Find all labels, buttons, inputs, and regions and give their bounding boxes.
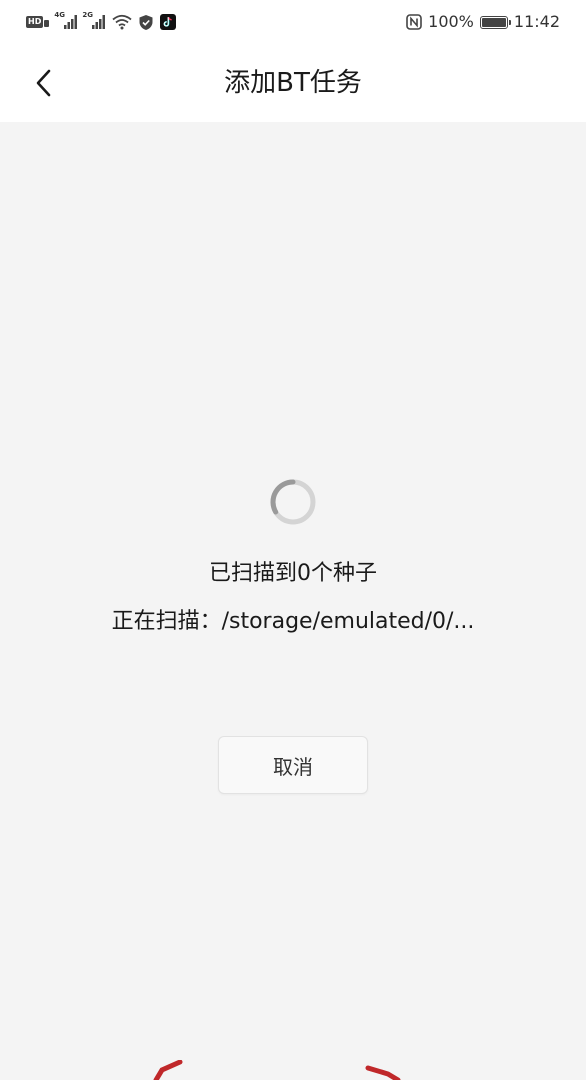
status-bar: HD 4G 2G 100% 11:42 [0, 0, 586, 44]
battery-fill [481, 17, 506, 27]
battery-percent: 100% [428, 12, 474, 31]
wifi-icon [112, 14, 132, 30]
hd-label: HD [26, 16, 44, 28]
tiktok-app-icon [160, 14, 177, 30]
hd-voice-icon: HD [26, 15, 50, 29]
page-title: 添加BT任务 [224, 68, 362, 98]
app-bar: 添加BT任务 [0, 44, 586, 122]
decorative-mark-left [153, 1060, 183, 1080]
net-2g-label: 2G [82, 11, 93, 19]
scan-count-text: 已扫描到0个种子 [209, 561, 377, 586]
signal-4g-icon: 4G [54, 11, 78, 30]
shield-check-icon [139, 14, 153, 30]
decorative-mark-right [365, 1065, 401, 1080]
nfc-icon [406, 14, 422, 30]
status-time: 11:42 [513, 12, 560, 31]
loading-spinner-icon [270, 479, 316, 525]
cancel-button[interactable]: 取消 [218, 736, 368, 794]
net-4g-label: 4G [54, 11, 65, 19]
battery-icon [479, 15, 511, 29]
status-right-icons: 100% 11:42 [406, 11, 560, 33]
status-left-icons: HD 4G 2G [26, 11, 177, 33]
signal-2g-icon: 2G [82, 11, 106, 30]
scan-path-text: 正在扫描：/storage/emulated/0/... [111, 609, 475, 634]
